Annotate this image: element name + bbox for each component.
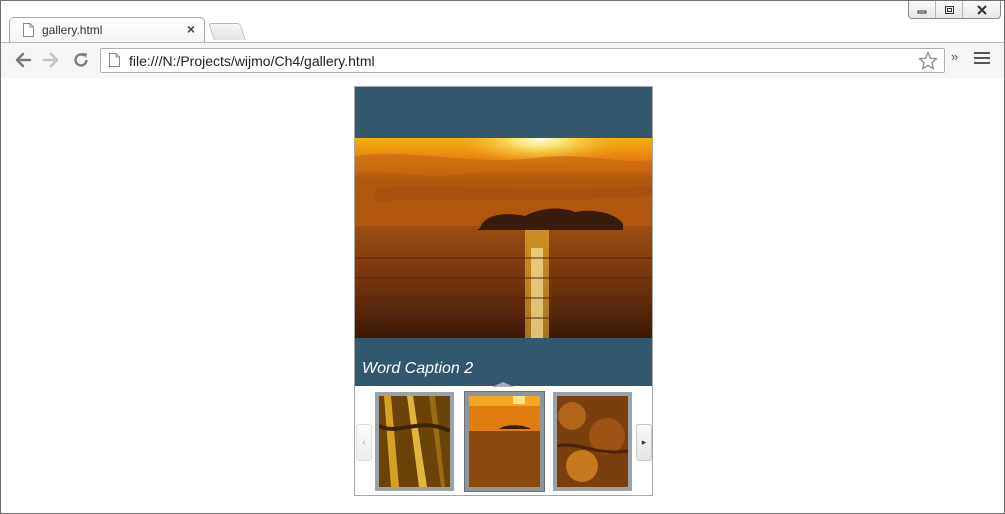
tab-strip: gallery.html × [1, 1, 1004, 43]
page-icon [23, 23, 34, 37]
gallery-caption: Word Caption 2 [362, 360, 474, 377]
close-icon [976, 4, 987, 15]
thumbnail-image-sunset [469, 396, 540, 487]
thumbnail-3[interactable] [553, 392, 632, 491]
thumbnail-prev-button[interactable]: ‹ [356, 424, 372, 461]
address-bar[interactable]: file:///N:/Projects/wijmo/Ch4/gallery.ht… [100, 48, 945, 73]
browser-window: gallery.html × file:///N:/Projects/wijmo… [0, 0, 1005, 514]
back-arrow-icon [15, 52, 32, 68]
minimize-button[interactable] [909, 1, 937, 18]
restore-icon [944, 5, 954, 14]
main-image[interactable] [355, 138, 652, 338]
reload-icon [74, 53, 88, 67]
star-icon[interactable] [918, 51, 938, 71]
forward-arrow-icon [42, 52, 59, 68]
forward-button[interactable] [41, 50, 61, 70]
image-gallery: Word Caption 2 ‹ ▸ [354, 86, 653, 496]
thumbnail-next-button[interactable]: ▸ [636, 424, 652, 461]
tab-gallery[interactable]: gallery.html × [9, 17, 205, 43]
thumbnail-image-foliage [557, 396, 628, 487]
reload-button[interactable] [71, 50, 91, 70]
new-tab-button[interactable] [208, 23, 246, 40]
tab-title: gallery.html [42, 23, 103, 37]
thumbnail-strip: ‹ ▸ [355, 387, 652, 495]
url-text[interactable]: file:///N:/Projects/wijmo/Ch4/gallery.ht… [129, 53, 375, 69]
page-icon [109, 53, 120, 67]
window-controls [908, 1, 1001, 19]
back-button[interactable] [13, 50, 33, 70]
tab-close-button[interactable]: × [187, 21, 195, 37]
thumbnail-2[interactable] [464, 391, 545, 492]
minimize-icon [917, 10, 927, 13]
close-button[interactable] [963, 1, 1000, 18]
gallery-main-panel: Word Caption 2 [355, 87, 652, 386]
chevron-left-icon: ‹ [362, 436, 366, 449]
browser-toolbar: file:///N:/Projects/wijmo/Ch4/gallery.ht… [1, 42, 1004, 79]
chevron-right-icon: ▸ [641, 437, 647, 447]
hamburger-menu-icon[interactable] [974, 52, 990, 67]
thumbnail-image-reeds [379, 396, 450, 487]
page-content: Word Caption 2 ‹ ▸ [1, 78, 1004, 513]
thumbnail-1[interactable] [375, 392, 454, 491]
restore-button[interactable] [936, 1, 964, 18]
extensions-overflow-button[interactable]: » [951, 49, 958, 64]
